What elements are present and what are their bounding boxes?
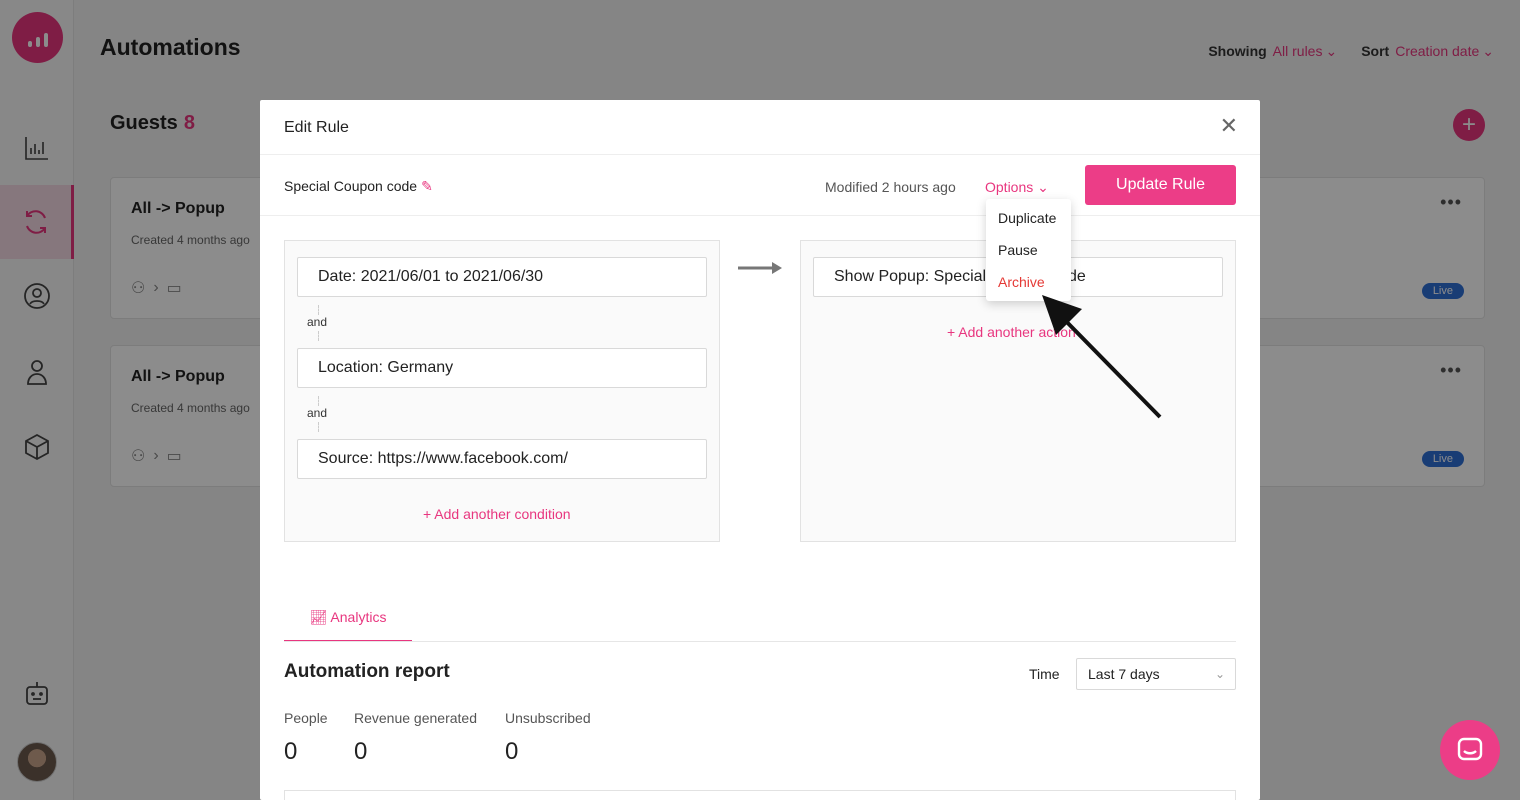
connector-line bbox=[318, 422, 319, 432]
metric-value: 0 bbox=[505, 738, 519, 765]
chevron-down-icon: ⌄ bbox=[1037, 179, 1049, 195]
metric-people: People 0 bbox=[284, 710, 328, 766]
chat-widget-button[interactable] bbox=[1440, 720, 1500, 780]
chevron-down-icon: ⌄ bbox=[1214, 667, 1225, 681]
and-label: and bbox=[307, 315, 328, 329]
report-title: Automation report bbox=[284, 661, 450, 682]
annotation-arrow-icon bbox=[1042, 295, 1162, 419]
modal-header: Edit Rule ✕ bbox=[260, 100, 1260, 155]
metric-revenue: Revenue generated 0 bbox=[354, 710, 477, 766]
edit-rule-modal: Edit Rule ✕ Special Coupon code ✎ Modifie… bbox=[260, 100, 1260, 800]
and-label: and bbox=[307, 406, 328, 420]
condition-field[interactable]: Location: Germany bbox=[297, 348, 707, 388]
tab-analytics[interactable]: 📈︎ Analytics bbox=[284, 597, 412, 642]
conditions-panel: Date: 2021/06/01 to 2021/06/30 and Locat… bbox=[284, 240, 720, 542]
rule-name[interactable]: Special Coupon code ✎ bbox=[284, 178, 433, 195]
metric-value: 0 bbox=[284, 738, 298, 765]
rule-toolbar: Special Coupon code ✎ Modified 2 hours ag… bbox=[260, 155, 1260, 216]
connector-line bbox=[318, 305, 319, 315]
time-select-value: Last 7 days bbox=[1088, 666, 1160, 682]
report-chart-area bbox=[284, 790, 1236, 800]
metric-label: Unsubscribed bbox=[505, 710, 591, 726]
plus-icon: + bbox=[423, 506, 435, 522]
tab-analytics-label: Analytics bbox=[330, 609, 387, 625]
options-label: Options bbox=[985, 179, 1034, 195]
connector-line bbox=[318, 331, 319, 341]
modified-time: Modified 2 hours ago bbox=[825, 179, 956, 195]
menu-item-pause[interactable]: Pause bbox=[986, 237, 1071, 269]
add-condition-label: Add another condition bbox=[434, 506, 571, 522]
plus-icon: + bbox=[947, 324, 959, 340]
line-chart-icon: 📈︎ bbox=[309, 609, 331, 625]
metric-label: People bbox=[284, 710, 328, 726]
time-select[interactable]: Last 7 days ⌄ bbox=[1076, 658, 1236, 690]
connector-line bbox=[318, 396, 319, 406]
rule-name-text: Special Coupon code bbox=[284, 178, 418, 194]
update-rule-button[interactable]: Update Rule bbox=[1085, 165, 1236, 205]
tab-divider bbox=[284, 641, 1236, 642]
condition-field[interactable]: Source: https://www.facebook.com/ bbox=[297, 439, 707, 479]
add-condition-link[interactable]: + Add another condition bbox=[423, 506, 571, 522]
pencil-icon[interactable]: ✎ bbox=[421, 178, 433, 194]
menu-item-duplicate[interactable]: Duplicate bbox=[986, 205, 1071, 237]
metric-label: Revenue generated bbox=[354, 710, 477, 726]
metric-unsubscribed: Unsubscribed 0 bbox=[505, 710, 591, 766]
close-icon[interactable]: ✕ bbox=[1220, 115, 1238, 137]
condition-field[interactable]: Date: 2021/06/01 to 2021/06/30 bbox=[297, 257, 707, 297]
time-label: Time bbox=[1029, 666, 1060, 682]
modal-title: Edit Rule bbox=[284, 119, 349, 136]
options-button[interactable]: Options ⌄ bbox=[985, 179, 1049, 196]
chat-icon bbox=[1457, 737, 1483, 761]
arrow-right-icon bbox=[738, 262, 782, 274]
metric-value: 0 bbox=[354, 738, 368, 765]
